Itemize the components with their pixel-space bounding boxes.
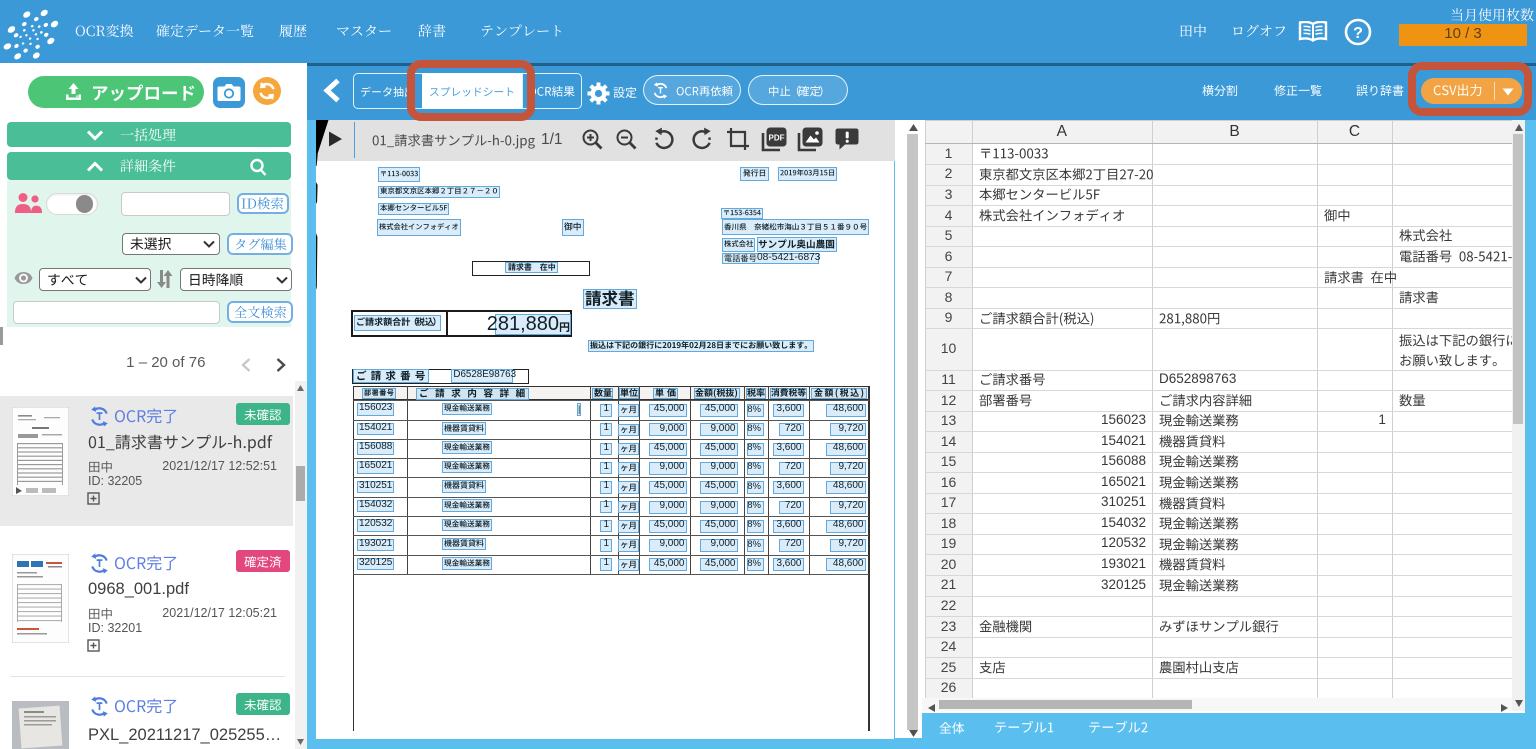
- svg-text:?: ?: [1353, 25, 1363, 42]
- svg-text:PDF: PDF: [769, 134, 785, 143]
